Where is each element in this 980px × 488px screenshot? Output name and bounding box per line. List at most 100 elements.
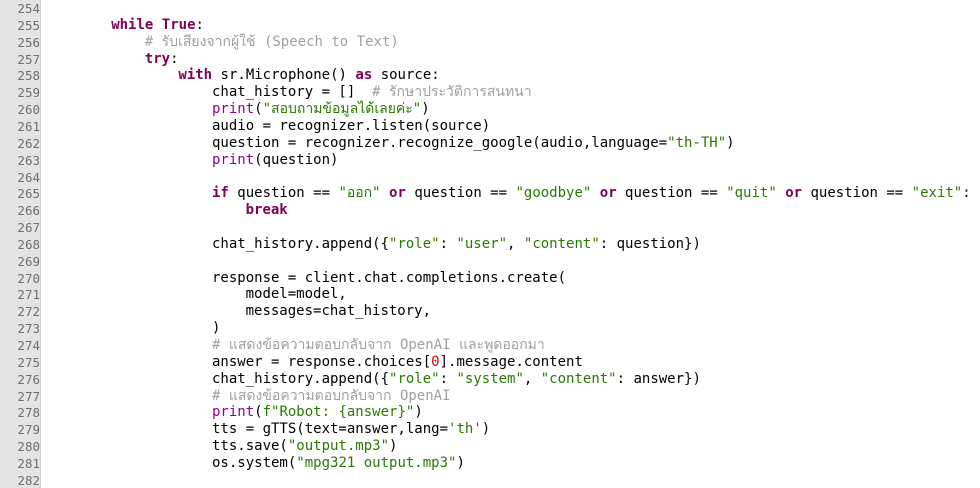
code-token: ) bbox=[212, 320, 221, 337]
code-line[interactable]: 261 audio = recognizer.listen(source) bbox=[17, 118, 980, 135]
code-line[interactable]: 257 try: bbox=[17, 51, 980, 68]
code-token: tts = gTTS(text=answer,lang= bbox=[212, 421, 449, 438]
code-keyword: if bbox=[212, 185, 229, 202]
code-token: ) bbox=[726, 134, 735, 151]
code-line[interactable]: 264 bbox=[17, 169, 980, 186]
code-line[interactable]: 277 # แสดงข้อความตอบกลับจาก OpenAI bbox=[17, 388, 980, 405]
code-text: print(question) bbox=[212, 152, 338, 169]
code-line[interactable]: 254 bbox=[17, 0, 980, 17]
code-token: messages=chat_history, bbox=[245, 303, 432, 320]
code-text: tts.save("output.mp3") bbox=[212, 438, 397, 455]
code-text: ) bbox=[212, 320, 220, 337]
code-token: model=model, bbox=[245, 286, 347, 303]
code-text: response = client.chat.completions.creat… bbox=[212, 270, 566, 287]
code-line[interactable]: 265 if question == "ออก" or question == "… bbox=[17, 185, 980, 202]
code-token: response = client.chat.completions.creat… bbox=[212, 269, 567, 286]
code-string: "quit" bbox=[726, 185, 777, 202]
code-token: : answer}) bbox=[616, 370, 701, 387]
code-keyword: with bbox=[178, 67, 213, 84]
line-number: 273 bbox=[17, 321, 40, 337]
code-string: "output.mp3" bbox=[287, 438, 390, 455]
code-keyword: try bbox=[144, 50, 171, 67]
code-text: with sr.Microphone() as source: bbox=[178, 67, 439, 84]
code-token: , bbox=[507, 235, 524, 252]
code-area[interactable]: 254 255 while True: 256 # รับเสียงจากผู้ใช้ … bbox=[17, 0, 980, 488]
code-token: : bbox=[170, 50, 179, 67]
code-string: "content" bbox=[540, 370, 617, 387]
code-line[interactable]: 278 print(f"Robot: {answer}") bbox=[17, 404, 980, 421]
code-line[interactable]: 256 # รับเสียงจากผู้ใช้ (Speech to Text) bbox=[17, 34, 980, 51]
code-keyword: True bbox=[161, 16, 196, 33]
code-comment: # รับเสียงจากผู้ใช้ (Speech to Text) bbox=[144, 33, 399, 50]
code-line[interactable]: 258 with sr.Microphone() as source: bbox=[17, 67, 980, 84]
code-line[interactable]: 280 tts.save("output.mp3") bbox=[17, 438, 980, 455]
code-keyword: or bbox=[599, 185, 617, 202]
code-line[interactable]: 270 response = client.chat.completions.cr… bbox=[17, 270, 980, 287]
code-text: # แสดงข้อความตอบกลับจาก OpenAI bbox=[212, 388, 451, 405]
code-text: chat_history = [] # รักษาประวัติการสนทนา bbox=[212, 84, 532, 101]
code-token: os.system( bbox=[212, 454, 297, 471]
code-string: "user" bbox=[456, 235, 508, 252]
code-token: ( bbox=[254, 101, 263, 118]
code-line[interactable]: 260 print("สอบถามข้อมูลได้เลยค่ะ") bbox=[17, 101, 980, 118]
code-token: question == bbox=[228, 185, 339, 202]
code-text: break bbox=[246, 202, 288, 219]
code-line[interactable]: 279 tts = gTTS(text=answer,lang='th') bbox=[17, 421, 980, 438]
code-text: chat_history.append({"role": "user", "co… bbox=[212, 236, 701, 253]
line-number: 276 bbox=[17, 371, 40, 387]
code-editor[interactable]: 254 255 while True: 256 # รับเสียงจากผู้ใช้ … bbox=[0, 0, 980, 488]
code-line[interactable]: 255 while True: bbox=[17, 17, 980, 34]
code-string: "content" bbox=[523, 235, 600, 252]
code-token: ) bbox=[421, 101, 430, 118]
code-text: if question == "ออก" or question == "goo… bbox=[212, 185, 971, 202]
code-line[interactable]: 276 chat_history.append({"role": "system"… bbox=[17, 370, 980, 388]
code-token: ( bbox=[254, 404, 263, 421]
code-line[interactable]: 274 # แสดงข้อความตอบกลับจาก OpenAI และพูด… bbox=[17, 337, 980, 354]
line-number: 263 bbox=[17, 152, 40, 168]
code-line[interactable]: 263 print(question) bbox=[17, 152, 980, 169]
code-keyword: as bbox=[355, 67, 373, 84]
line-number: 275 bbox=[17, 354, 40, 370]
code-line[interactable]: 273) bbox=[17, 320, 980, 337]
code-line[interactable]: 269 bbox=[17, 253, 980, 270]
code-text: try: bbox=[145, 51, 179, 68]
code-line[interactable]: 272 messages=chat_history, bbox=[17, 303, 980, 320]
line-number: 268 bbox=[17, 236, 40, 252]
line-number: 267 bbox=[17, 220, 40, 236]
code-token: ].message.content bbox=[439, 353, 583, 370]
code-line[interactable]: 268 chat_history.append({"role": "user", … bbox=[17, 236, 980, 253]
code-string: "exit" bbox=[911, 185, 963, 202]
code-string: "mpg321 output.mp3" bbox=[296, 454, 457, 471]
code-string: "สอบถามข้อมูลได้เลยค่ะ" bbox=[262, 101, 422, 118]
code-line[interactable]: 275 answer = response.choices[0].message.… bbox=[17, 353, 980, 371]
code-token: question = recognizer.recognize_google(a… bbox=[212, 134, 668, 151]
code-keyword: or bbox=[389, 185, 406, 202]
code-line[interactable]: 259 chat_history = [] # รักษาประวัติการสน… bbox=[17, 84, 980, 101]
code-token: : bbox=[439, 370, 457, 387]
code-text: audio = recognizer.listen(source) bbox=[212, 118, 490, 135]
line-number: 257 bbox=[17, 51, 40, 67]
code-token: answer = response.choices[ bbox=[212, 353, 432, 370]
code-text: model=model, bbox=[246, 286, 347, 303]
code-line[interactable]: 267 bbox=[17, 219, 980, 236]
code-string: "role" bbox=[389, 370, 440, 387]
code-line[interactable]: 281 os.system("mpg321 output.mp3") bbox=[17, 454, 980, 472]
line-number: 259 bbox=[17, 85, 40, 101]
line-number: 280 bbox=[17, 439, 40, 455]
code-line[interactable]: 262 question = recognizer.recognize_googl… bbox=[17, 134, 980, 152]
line-number: 279 bbox=[17, 422, 40, 438]
line-number: 262 bbox=[17, 135, 40, 151]
code-line[interactable]: 271 model=model, bbox=[17, 286, 980, 303]
code-token: question == bbox=[802, 185, 912, 202]
code-text: while True: bbox=[111, 17, 204, 34]
code-line[interactable]: 266 break bbox=[17, 202, 980, 219]
code-string: "system" bbox=[456, 370, 524, 387]
code-text: print(f"Robot: {answer}") bbox=[212, 404, 423, 421]
code-line[interactable]: 282 bbox=[17, 472, 980, 488]
line-number: 256 bbox=[17, 34, 40, 50]
code-token: question == bbox=[405, 185, 516, 202]
line-number: 265 bbox=[17, 186, 40, 202]
code-text: # รับเสียงจากผู้ใช้ (Speech to Text) bbox=[145, 34, 399, 51]
line-number: 278 bbox=[17, 405, 40, 421]
